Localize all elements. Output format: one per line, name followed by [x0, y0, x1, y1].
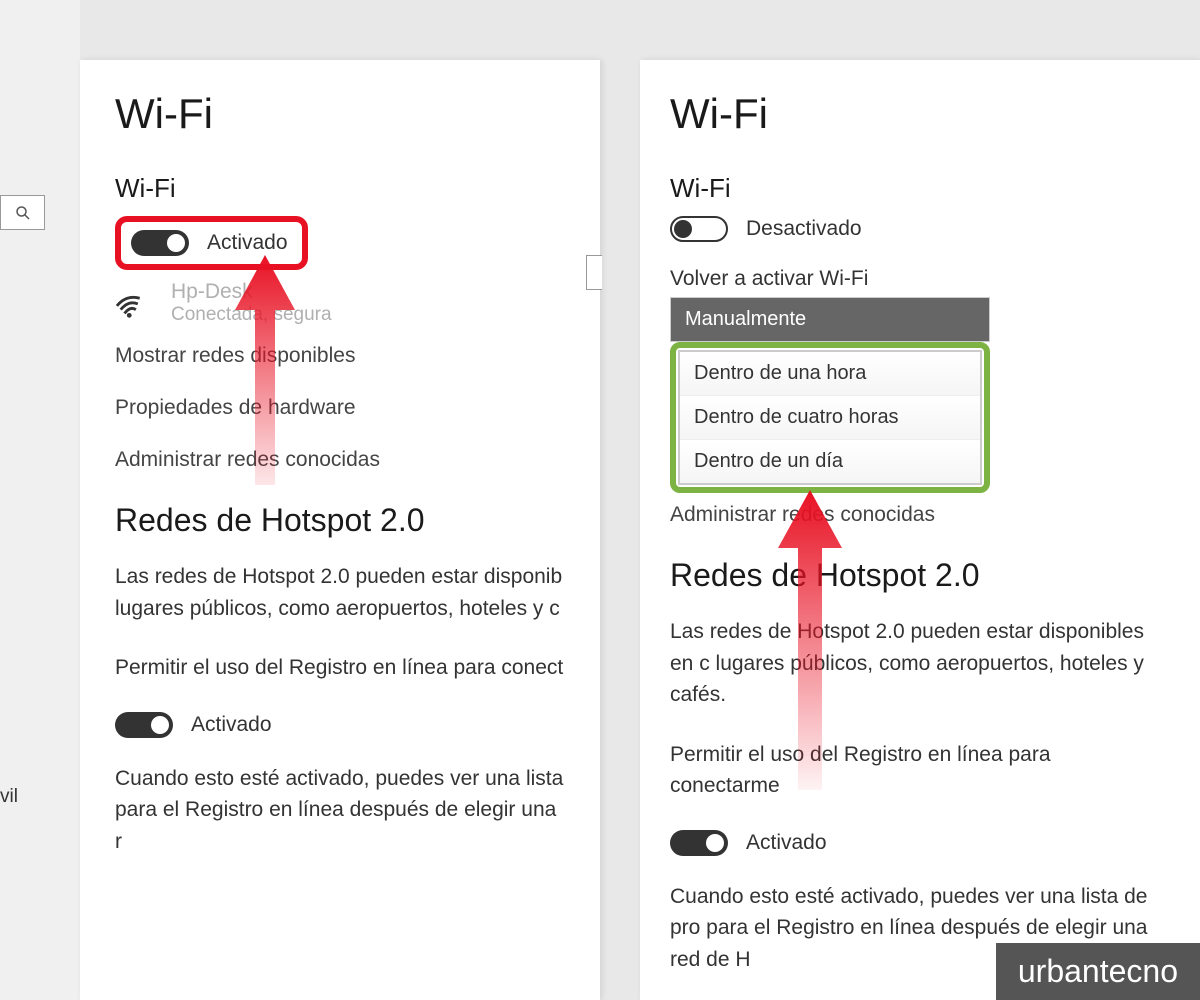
- dropdown-option[interactable]: Dentro de una hora: [680, 352, 980, 396]
- registry-toggle-label: Activado: [191, 713, 272, 737]
- toggle-knob: [167, 234, 185, 252]
- wifi-toggle[interactable]: [131, 230, 189, 256]
- hotspot-description: Las redes de Hotspot 2.0 pueden estar di…: [670, 616, 1165, 711]
- hotspot-heading: Redes de Hotspot 2.0: [115, 502, 565, 539]
- dropdown-option[interactable]: Dentro de cuatro horas: [680, 396, 980, 440]
- wifi-section-title: Wi-Fi: [670, 173, 1165, 204]
- dropdown-selected-option[interactable]: Manualmente: [670, 297, 990, 342]
- dropdown-options-list: Dentro de una hora Dentro de cuatro hora…: [678, 350, 982, 485]
- watermark: urbantecno: [996, 943, 1200, 1000]
- search-icon: [15, 205, 31, 221]
- sidebar-text-fragment: vil: [0, 786, 18, 808]
- registry-label: Permitir el uso del Registro en línea pa…: [670, 739, 1165, 802]
- search-box[interactable]: [0, 195, 45, 230]
- wifi-toggle-label: Desactivado: [746, 217, 862, 241]
- wifi-toggle-row: Desactivado: [670, 216, 1165, 242]
- hotspot-description: Las redes de Hotspot 2.0 pueden estar di…: [115, 561, 565, 624]
- connected-network-row[interactable]: Hp-Desk Conectada, segura: [115, 280, 565, 326]
- registry-label: Permitir el uso del Registro en línea pa…: [115, 652, 565, 684]
- reactivate-dropdown[interactable]: Manualmente Dentro de una hora Dentro de…: [670, 297, 990, 493]
- toggle-knob: [706, 834, 724, 852]
- registry-toggle[interactable]: [115, 712, 173, 738]
- reactivate-label: Volver a activar Wi-Fi: [670, 267, 1165, 291]
- wifi-toggle-label: Activado: [207, 231, 288, 255]
- wifi-toggle[interactable]: [670, 216, 728, 242]
- wifi-settings-panel-on: Wi-Fi Wi-Fi Activado Hp-Desk Conectada, …: [80, 60, 600, 1000]
- page-title: Wi-Fi: [115, 90, 565, 138]
- hardware-properties-link[interactable]: Propiedades de hardware: [115, 396, 565, 420]
- hotspot-heading: Redes de Hotspot 2.0: [670, 557, 1165, 594]
- registry-toggle-row: Activado: [115, 712, 565, 738]
- wifi-signal-icon: [115, 288, 153, 318]
- dropdown-option[interactable]: Dentro de un día: [680, 440, 980, 483]
- toggle-knob: [674, 220, 692, 238]
- settings-sidebar-fragment: vil: [0, 0, 80, 1000]
- wifi-section-title: Wi-Fi: [115, 173, 565, 204]
- registry-toggle[interactable]: [670, 830, 728, 856]
- registry-description: Cuando esto esté activado, puedes ver un…: [115, 763, 565, 858]
- network-name: Hp-Desk: [171, 280, 332, 304]
- registry-toggle-row: Activado: [670, 830, 1165, 856]
- toggle-knob: [151, 716, 169, 734]
- registry-toggle-label: Activado: [746, 831, 827, 855]
- show-networks-link[interactable]: Mostrar redes disponibles: [115, 344, 565, 368]
- network-status: Conectada, segura: [171, 304, 332, 326]
- search-box-edge: [586, 255, 602, 290]
- red-annotation-box: Activado: [115, 216, 308, 270]
- page-title: Wi-Fi: [670, 90, 1165, 138]
- manage-known-networks-link[interactable]: Administrar redes conocidas: [670, 503, 1165, 527]
- wifi-settings-panel-off: Wi-Fi Wi-Fi Desactivado Volver a activar…: [640, 60, 1200, 1000]
- manage-known-networks-link[interactable]: Administrar redes conocidas: [115, 448, 565, 472]
- green-annotation-box: Dentro de una hora Dentro de cuatro hora…: [670, 342, 990, 493]
